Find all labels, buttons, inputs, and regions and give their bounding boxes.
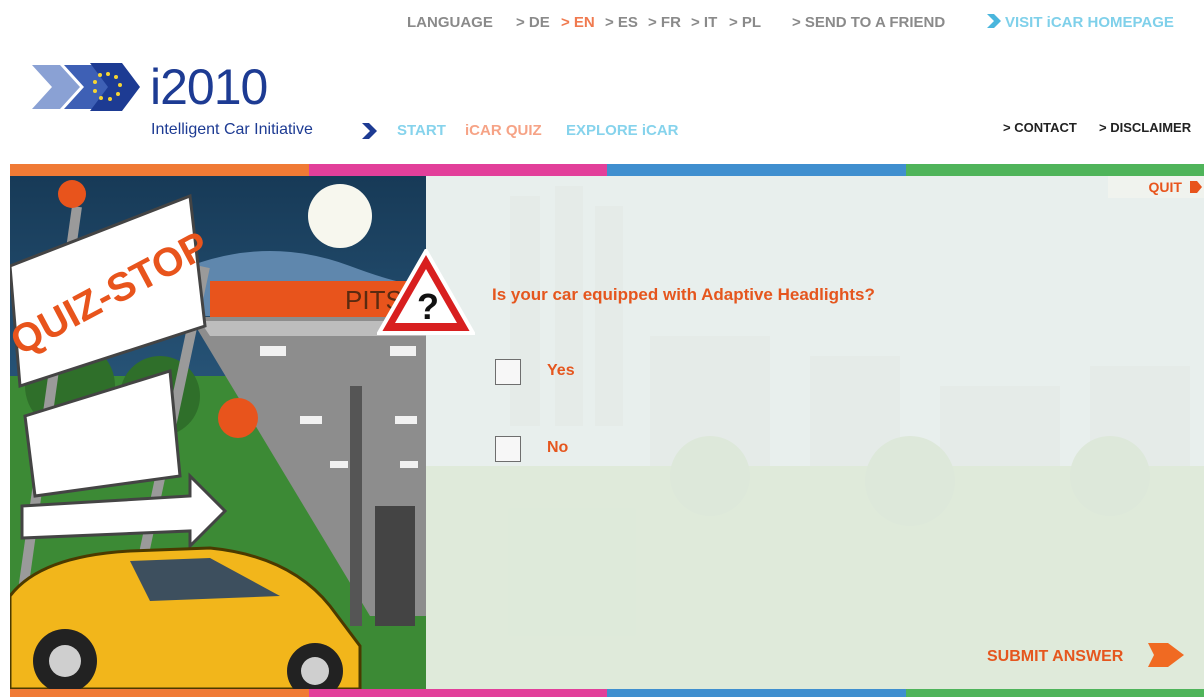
logo-title: i2010 (150, 59, 268, 115)
nav-explore-icar[interactable]: EXPLORE iCAR (566, 122, 679, 139)
visit-homepage-link[interactable]: VISIT iCAR HOMEPAGE (987, 14, 1174, 31)
quit-button[interactable]: QUIT (1108, 176, 1204, 198)
quiz-scene: PITS QUIZ-STOP QUIT ? Is your car equipp… (10, 176, 1204, 689)
yes-option-label[interactable]: Yes (547, 362, 575, 380)
logo-subtitle: Intelligent Car Initiative (151, 121, 313, 138)
top-color-bar (10, 164, 1204, 176)
nav-icar-quiz[interactable]: iCAR QUIZ (465, 122, 542, 139)
language-link-pl[interactable]: > PL (729, 14, 761, 31)
contact-link[interactable]: > CONTACT (1003, 120, 1077, 135)
fuel-pump (375, 506, 415, 626)
send-to-friend-link[interactable]: > SEND TO A FRIEND (792, 14, 945, 31)
quiz-question: Is your car equipped with Adaptive Headl… (492, 285, 875, 304)
svg-text:?: ? (417, 286, 439, 327)
question-warning-icon: ? (377, 249, 475, 335)
submit-answer-button[interactable]: SUBMIT ANSWER (987, 639, 1186, 671)
quiz-panel (426, 176, 1204, 689)
submit-arrow-icon (1147, 643, 1184, 667)
bottom-color-bar (10, 689, 1204, 697)
quit-arrow-icon (1190, 181, 1202, 193)
nav-start[interactable]: START (397, 122, 446, 139)
language-link-de[interactable]: > DE (516, 14, 550, 31)
chevron-right-icon (362, 123, 377, 139)
no-option-label[interactable]: No (547, 439, 568, 457)
language-link-it[interactable]: > IT (691, 14, 717, 31)
blue-arrow-icon (987, 14, 1001, 28)
language-link-es[interactable]: > ES (605, 14, 638, 31)
language-link-en[interactable]: > EN (561, 14, 595, 31)
no-checkbox[interactable] (495, 436, 521, 462)
yes-checkbox[interactable] (495, 359, 521, 385)
moon (308, 184, 372, 248)
language-link-fr[interactable]: > FR (648, 14, 681, 31)
language-label: LANGUAGE (407, 14, 493, 31)
disclaimer-link[interactable]: > DISCLAIMER (1099, 120, 1191, 135)
